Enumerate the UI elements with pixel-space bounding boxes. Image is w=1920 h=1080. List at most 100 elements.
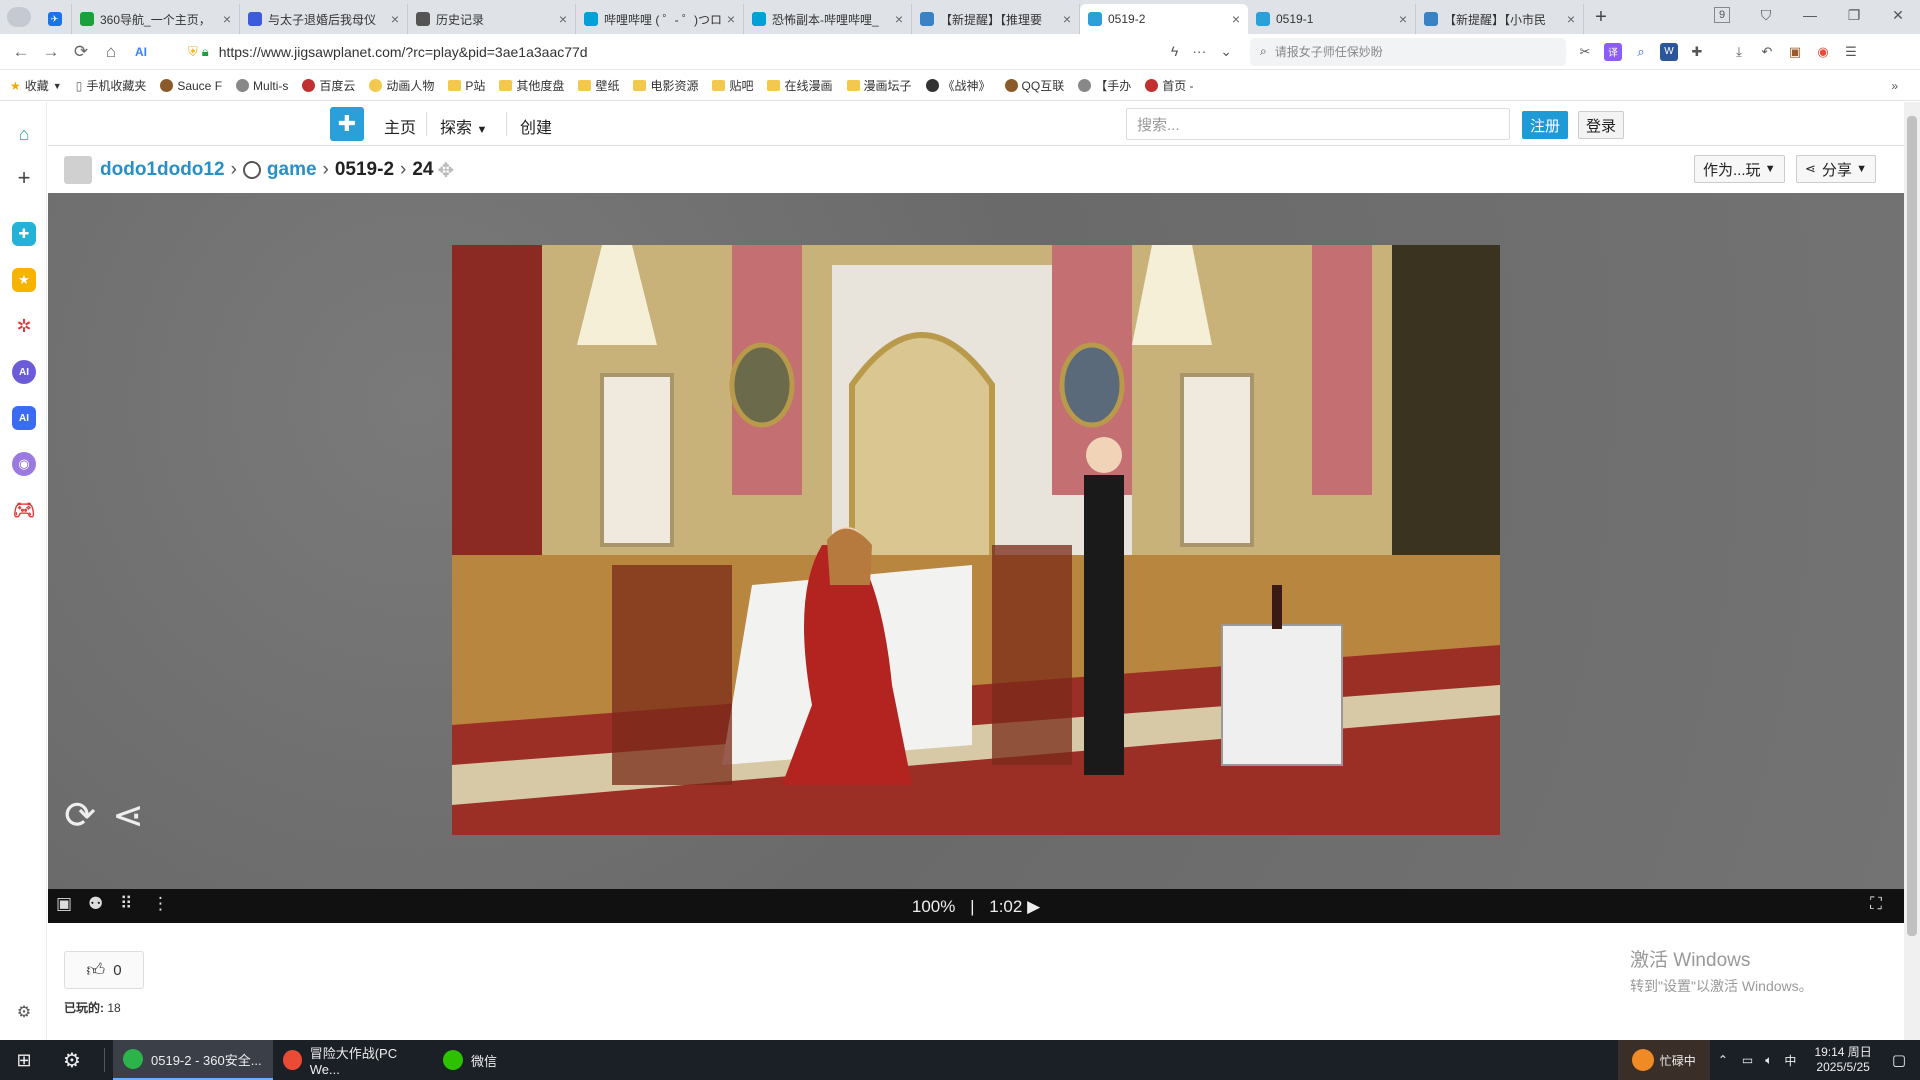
tab-4[interactable]: 哔哩哔哩 ( ゜- ゜)つロ × [576, 4, 744, 34]
jigsawplanet-logo-icon[interactable]: ✚ [330, 107, 364, 141]
puzzle-stage[interactable]: ⟳ ⋖ [48, 193, 1904, 889]
taskbar-item[interactable]: 微信 [433, 1040, 563, 1080]
tab-close-icon[interactable]: × [223, 11, 231, 27]
volume-icon[interactable]: 🔈︎ [1765, 1053, 1772, 1068]
puzzle-image[interactable] [452, 245, 1500, 835]
download-icon[interactable]: ⤓ [1730, 43, 1748, 61]
busy-status[interactable]: 忙碌中 [1617, 1040, 1710, 1080]
bookmark-item[interactable]: 【手办 [1078, 77, 1131, 94]
bookmarks-more-icon[interactable]: » [1891, 79, 1898, 93]
tab-pinned[interactable]: ✈ [38, 4, 72, 34]
sidebar-ai-icon[interactable]: AI [12, 406, 36, 430]
reload-icon[interactable]: ⟳ [66, 42, 96, 62]
bookmark-item[interactable]: ★ 收藏 ▼ [10, 77, 62, 94]
share-stage-icon[interactable]: ⋖ [106, 793, 150, 837]
tab-close-icon[interactable]: × [1232, 11, 1240, 27]
lightning-icon[interactable]: ϟ [1171, 43, 1178, 60]
forward-icon[interactable]: → [36, 42, 66, 62]
home-icon[interactable]: ⌂ [96, 42, 126, 62]
sidebar-add-icon[interactable]: + [12, 165, 36, 190]
register-button[interactable]: 注册 [1522, 111, 1568, 139]
menu-icon[interactable]: ☰ [1842, 43, 1860, 61]
breadcrumb-user[interactable]: dodo1dodo12 [100, 159, 225, 181]
browser-logo-icon[interactable] [0, 0, 38, 34]
bookmark-item[interactable]: QQ互联 [1004, 77, 1064, 94]
like-button[interactable]: 👍︎ 0 [64, 951, 144, 989]
nav-create[interactable]: 创建 [520, 114, 552, 138]
tab-6[interactable]: 【新提醒】【推理要 × [912, 4, 1080, 34]
new-tab-button[interactable]: + [1584, 6, 1618, 29]
bookmark-item[interactable]: 《战神》 [925, 77, 991, 94]
bookmark-item[interactable]: Multi-s [236, 79, 288, 93]
play-as-button[interactable]: 作为...玩 ▼ [1694, 155, 1785, 183]
colorful-circle-icon[interactable]: ◉ [1814, 43, 1832, 61]
tab-close-icon[interactable]: × [1063, 11, 1071, 27]
taskbar-item[interactable]: 0519-2 - 360安全... [113, 1040, 273, 1080]
bookmark-item[interactable]: 动画人物 [369, 77, 434, 94]
bookmark-item[interactable]: 电影资源 [633, 77, 698, 94]
bookmark-item[interactable]: 壁纸 [578, 77, 619, 94]
tab-close-icon[interactable]: × [1567, 11, 1575, 27]
taskbar-app-icon[interactable]: ⚙ [48, 1040, 96, 1080]
bookmark-item[interactable]: 其他度盘 [499, 77, 564, 94]
sidebar-app1-icon[interactable]: ✚ [12, 222, 36, 246]
play-icon[interactable]: ▶ [1027, 897, 1040, 916]
url-field[interactable]: ⛨ 🔒︎ https://www.jigsawplanet.com/?rc=pl… [182, 38, 1242, 66]
magnifier-icon[interactable]: ⌕ [1632, 43, 1650, 61]
share-button[interactable]: ⋖ 分享 ▼ [1796, 155, 1876, 183]
tab-9[interactable]: 【新提醒】【小市民 × [1416, 4, 1584, 34]
sidebar-home-icon[interactable]: ⌂ [12, 122, 36, 146]
sidebar-settings-icon[interactable]: ⚙ [12, 1000, 36, 1024]
page-scrollbar[interactable] [1904, 102, 1920, 1040]
fullscreen-icon[interactable]: ⛶ [1870, 894, 1882, 914]
tray-expand-icon[interactable]: ⌃ [1718, 1053, 1728, 1067]
skin-icon[interactable]: ⛉ [1744, 7, 1788, 24]
tab-close-icon[interactable]: × [559, 11, 567, 27]
more-icon[interactable]: ··· [1192, 43, 1206, 60]
bookmark-item[interactable]: 贴吧 [712, 77, 753, 94]
login-button[interactable]: 登录 [1578, 111, 1624, 139]
nav-explore[interactable]: 探索 ▼ [440, 114, 487, 138]
tab-count-badge[interactable]: 9 [1714, 7, 1730, 23]
sidebar-ai-circle-icon[interactable]: AI [12, 360, 36, 384]
minimize-icon[interactable]: — [1788, 7, 1832, 23]
bookmark-item[interactable]: ▯ 手机收藏夹 [76, 77, 147, 94]
tab-close-icon[interactable]: × [727, 11, 735, 27]
tab-close-icon[interactable]: × [1399, 11, 1407, 27]
bookmark-item[interactable]: 漫画坛子 [846, 77, 912, 94]
sidebar-gamepad-icon[interactable]: 🎮︎ [12, 498, 36, 522]
network-icon[interactable]: ▭ [1742, 1053, 1753, 1067]
sidebar-bot-icon[interactable]: ◉ [12, 452, 36, 476]
restore-icon[interactable]: ❐ [1832, 7, 1876, 24]
avatar[interactable] [64, 156, 92, 184]
nav-home[interactable]: 主页 [384, 114, 416, 138]
clock[interactable]: 19:14 周日 2025/5/25 [1802, 1045, 1883, 1075]
browser-search-input[interactable]: ⌕ 请报女子师任保妙盼 [1250, 37, 1566, 66]
back-icon[interactable]: ← [6, 42, 36, 62]
notification-icon[interactable]: ▢ [1892, 1051, 1906, 1069]
bookmark-item[interactable]: Sauce F [160, 79, 222, 93]
tab-2[interactable]: 与太子退婚后我母仪 × [240, 4, 408, 34]
windows-start-icon[interactable]: ⊞ [0, 1040, 48, 1080]
tab-8[interactable]: 0519-1 × [1248, 4, 1416, 34]
ai-icon[interactable]: AI [126, 45, 156, 59]
ime-icon[interactable]: 中 [1784, 1052, 1796, 1069]
translate-icon[interactable]: 译 [1604, 42, 1622, 61]
word-icon[interactable]: W [1660, 42, 1678, 61]
chevron-down-icon[interactable]: ⌄ [1220, 43, 1232, 60]
site-search-input[interactable]: 搜索... [1126, 108, 1510, 140]
bookmark-item[interactable]: 首页 - [1145, 77, 1194, 94]
close-window-icon[interactable]: ✕ [1876, 7, 1920, 24]
tab-close-icon[interactable]: × [391, 11, 399, 27]
tab-1[interactable]: 360导航_一个主页， × [72, 4, 240, 34]
bookmark-item[interactable]: 百度云 [302, 77, 355, 94]
briefcase-icon[interactable]: ▣ [1786, 43, 1804, 61]
bookmark-item[interactable]: P站 [448, 77, 485, 94]
tab-7[interactable]: 0519-2 × [1080, 4, 1248, 34]
shuffle-icon[interactable]: ⟳ [58, 793, 102, 837]
tab-5[interactable]: 恐怖副本-哔哩哔哩_ × [744, 4, 912, 34]
taskbar-item[interactable]: 冒险大作战(PC We... [273, 1040, 433, 1080]
undo-icon[interactable]: ↶ [1758, 43, 1776, 61]
tab-3[interactable]: 历史记录 × [408, 4, 576, 34]
scissors-icon[interactable]: ✂ [1576, 43, 1594, 61]
